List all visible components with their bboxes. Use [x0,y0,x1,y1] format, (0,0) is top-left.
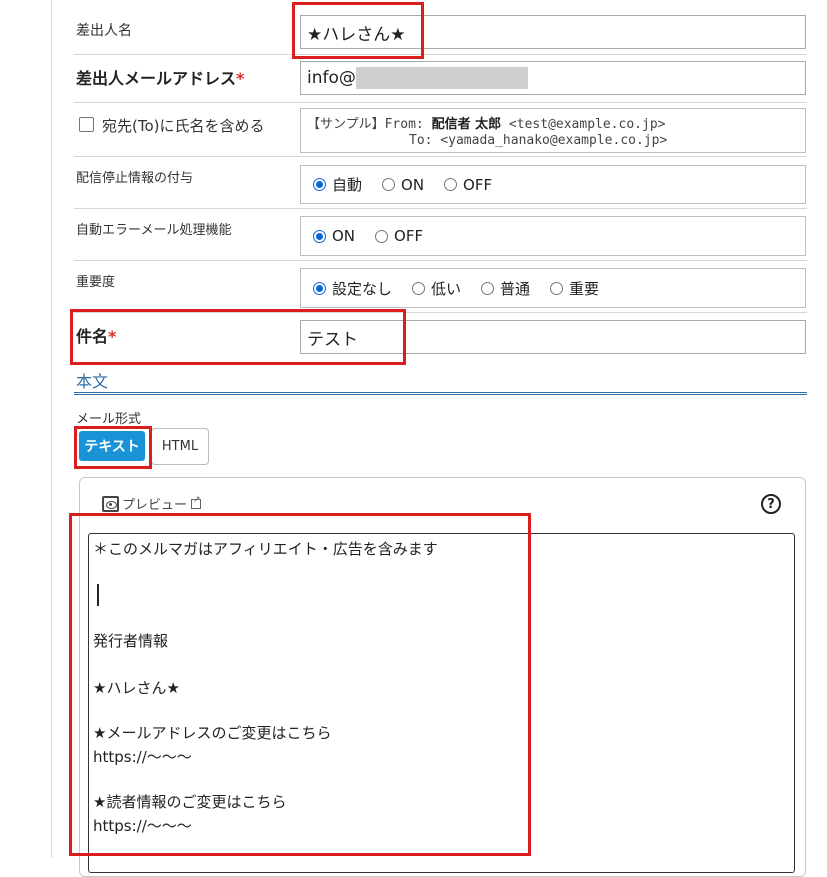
body-textarea[interactable] [88,533,795,873]
text-format-button[interactable]: テキスト [79,431,145,461]
sender-name-label: 差出人名 [76,23,132,39]
option-label: 低い [431,279,462,298]
sample-prefix: 【サンプル】From: [307,117,432,132]
sender-name-input[interactable]: ★ハレさん★ [300,15,806,49]
radio[interactable] [481,281,495,295]
help-icon[interactable]: ? [761,494,781,514]
radio[interactable] [550,281,564,295]
body-line: ★読者情報のご変更はこちら [93,793,287,811]
radio-selected[interactable] [313,281,326,295]
include-name-checkbox[interactable] [79,117,94,132]
sender-email-row: 差出人メールアドレス* info@ [74,54,807,102]
unsubscribe-option-auto[interactable]: 自動 [313,174,362,195]
preview-link[interactable]: プレビュー [102,494,202,513]
importance-option-low[interactable]: 低い [412,278,461,299]
unsubscribe-option-on[interactable]: ON [382,176,424,194]
sample-from-addr: <test@example.co.jp> [501,117,666,132]
unsubscribe-options: 自動 ON OFF [300,165,806,204]
option-label: 自動 [332,176,363,194]
radio[interactable] [382,178,396,191]
required-mark: * [108,327,117,346]
sender-email-label-text: 差出人メールアドレス [76,69,237,88]
option-label: 普通 [500,279,531,298]
sample-name: 配信者 太郎 [431,117,502,132]
body-line: ＊このメルマガはアフィリエイト・広告を含みます [93,540,438,558]
sender-email-input[interactable]: info@ [300,61,806,95]
external-link-icon [191,495,202,509]
unsubscribe-row: 配信停止情報の付与 自動 ON OFF [74,156,807,208]
sender-email-value: info@ [307,68,356,88]
include-name-label: 宛先(To)に氏名を含める [102,117,265,135]
section-divider [74,392,807,395]
unsubscribe-option-off[interactable]: OFF [444,176,492,194]
body-line: 発行者情報 [93,632,169,650]
unsubscribe-label: 配信停止情報の付与 [76,171,194,186]
subject-label-text: 件名 [76,327,109,346]
preview-label: プレビュー [122,498,188,513]
importance-row: 重要度 設定なし 低い 普通 重要 [74,260,807,312]
subject-row: 件名* テスト [74,312,807,362]
eye-icon [102,495,119,512]
importance-option-none[interactable]: 設定なし [313,278,392,299]
option-label: 重要 [569,279,600,298]
sender-name-row: 差出人名 ★ハレさん★ [74,8,807,54]
body-line: ★ハレさん★ [93,679,180,697]
redacted-block [355,67,528,89]
body-line: https://～～～ [93,748,192,766]
auto-error-row: 自動エラーメール処理機能 ON OFF [74,208,807,260]
option-label: OFF [394,227,424,245]
radio[interactable] [375,229,389,243]
include-name-row: 宛先(To)に氏名を含める 【サンプル】From: 配信者 太郎 <test@e… [74,102,807,156]
radio[interactable] [444,178,458,191]
body-section-title: 本文 [76,372,109,391]
mail-format-label: メール形式 [76,412,142,427]
sample-from-line: 【サンプル】From: 配信者 太郎 <test@example.co.jp> [307,113,665,132]
sample-to-line: To: <yamada_hanako@example.co.jp> [409,133,668,148]
auto-error-option-on[interactable]: ON [313,227,355,245]
body-line: https://～～～ [93,817,192,835]
body-line: ★メールアドレスのご変更はこちら [93,724,332,742]
importance-options: 設定なし 低い 普通 重要 [300,268,806,308]
radio-selected[interactable] [313,178,326,191]
importance-option-normal[interactable]: 普通 [481,278,530,299]
html-format-button[interactable]: HTML [151,428,209,465]
option-label: ON [401,175,425,194]
radio[interactable] [412,281,426,295]
importance-label: 重要度 [76,275,116,290]
option-label: ON [332,227,356,245]
option-label: OFF [463,175,493,194]
option-label: 設定なし [332,279,393,298]
auto-error-options: ON OFF [300,216,806,256]
importance-option-high[interactable]: 重要 [550,278,599,299]
radio-selected[interactable] [313,229,326,243]
subject-label: 件名* [76,323,116,347]
page-left-border [51,0,52,858]
sender-email-label: 差出人メールアドレス* [76,65,244,89]
auto-error-label: 自動エラーメール処理機能 [76,223,232,238]
text-cursor [97,584,99,606]
sample-address-preview: 【サンプル】From: 配信者 太郎 <test@example.co.jp> … [300,108,806,153]
auto-error-option-off[interactable]: OFF [375,227,423,245]
subject-input[interactable]: テスト [300,320,806,354]
required-mark: * [236,69,245,88]
